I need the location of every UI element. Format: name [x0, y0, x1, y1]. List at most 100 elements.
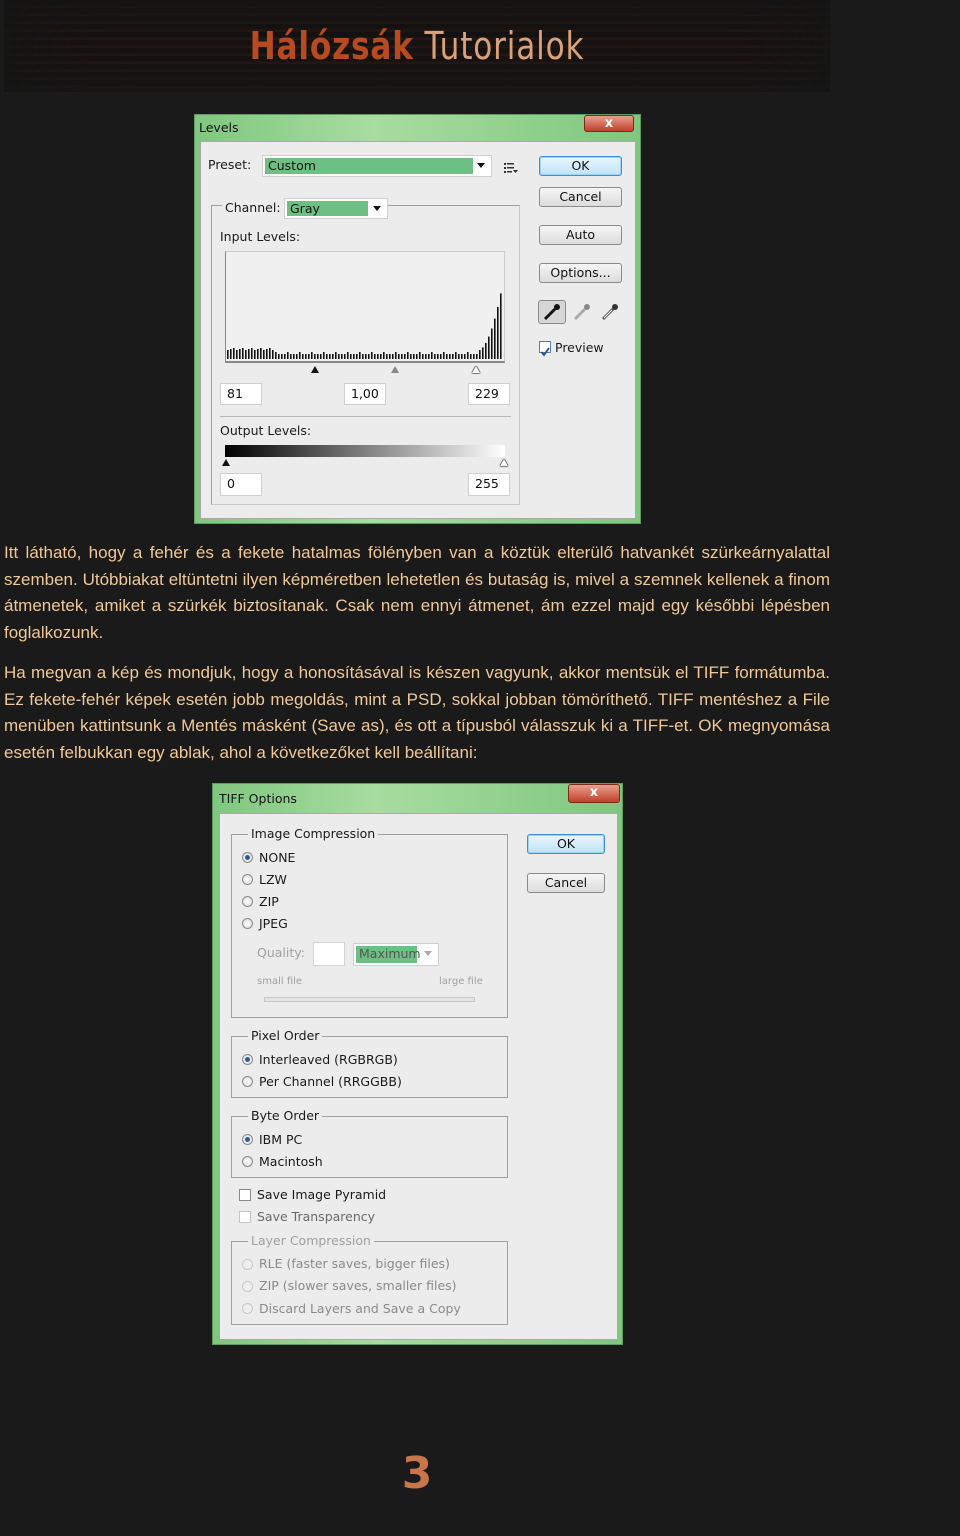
- histogram-bar: [242, 348, 244, 359]
- gray-eyedropper-icon: [573, 304, 590, 321]
- ok-button[interactable]: OK: [527, 834, 605, 854]
- histogram-bar: [500, 293, 502, 359]
- interleaved-radio[interactable]: [242, 1054, 253, 1065]
- histogram-bar: [329, 354, 331, 359]
- output-levels-label: Output Levels:: [220, 423, 312, 438]
- histogram-bar: [326, 354, 328, 359]
- histogram-bar: [362, 354, 364, 359]
- histogram-bar: [272, 350, 274, 359]
- output-white-slider-handle[interactable]: [500, 459, 508, 466]
- save-image-pyramid-checkbox[interactable]: [239, 1189, 251, 1201]
- histogram-bar: [413, 354, 415, 359]
- save-transparency-label: Save Transparency: [257, 1209, 376, 1224]
- histogram-bar: [356, 354, 358, 359]
- checkmark-icon: [540, 347, 550, 357]
- histogram-bar: [299, 352, 301, 359]
- histogram-bar: [236, 350, 238, 359]
- histogram-bar: [290, 354, 292, 359]
- histogram-bars: [227, 293, 502, 359]
- histogram-bar: [431, 352, 433, 359]
- histogram-bar: [458, 354, 460, 359]
- gamma-slider-handle[interactable]: [391, 366, 399, 373]
- histogram-bar: [386, 354, 388, 359]
- save-image-pyramid-label: Save Image Pyramid: [257, 1187, 387, 1202]
- save-transparency-checkbox[interactable]: [239, 1211, 251, 1223]
- preset-menu-icon[interactable]: [504, 159, 518, 173]
- output-black-slider-handle[interactable]: [222, 459, 230, 466]
- black-eyedropper-button[interactable]: [538, 300, 566, 324]
- histogram-bar: [476, 354, 478, 359]
- interleaved-label: Interleaved (RGBRGB): [259, 1052, 398, 1067]
- close-button[interactable]: x: [568, 784, 620, 803]
- histogram-bar: [455, 352, 457, 359]
- cancel-button[interactable]: Cancel: [539, 187, 622, 207]
- discard-layers-radio[interactable]: [242, 1303, 253, 1314]
- histogram-bar: [248, 349, 250, 359]
- histogram-bar: [383, 352, 385, 359]
- per-channel-radio[interactable]: [242, 1076, 253, 1087]
- histogram-bar: [260, 348, 262, 359]
- discard-layers-label: Discard Layers and Save a Copy: [259, 1301, 461, 1316]
- cancel-button[interactable]: Cancel: [527, 873, 605, 893]
- input-gamma-field[interactable]: 1,00: [344, 383, 386, 405]
- channel-select[interactable]: Gray: [284, 198, 388, 219]
- preset-value: Custom: [265, 158, 473, 174]
- dialog-title: Levels: [199, 120, 239, 135]
- gray-eyedropper-button[interactable]: [569, 301, 595, 323]
- histogram-bar: [278, 354, 280, 359]
- compression-none-radio[interactable]: [242, 852, 253, 863]
- histogram-bar: [482, 347, 484, 359]
- page-number: 3: [401, 1448, 433, 1499]
- histogram-bar: [491, 328, 493, 359]
- black-point-slider-handle[interactable]: [311, 366, 319, 373]
- options-button[interactable]: Options...: [539, 263, 622, 283]
- preset-label: Preset:: [208, 157, 252, 172]
- per-channel-label: Per Channel (RRGGBB): [259, 1074, 402, 1089]
- quality-slider[interactable]: [264, 997, 475, 1002]
- ok-button[interactable]: OK: [539, 156, 622, 176]
- chevron-down-icon: [477, 163, 485, 168]
- white-point-slider-handle[interactable]: [472, 366, 480, 373]
- input-white-field[interactable]: 229: [468, 383, 510, 405]
- histogram-bar: [428, 354, 430, 359]
- histogram-bar: [380, 354, 382, 359]
- preview-checkbox[interactable]: [539, 341, 551, 357]
- histogram-bar: [239, 349, 241, 359]
- dialog-title: TIFF Options: [219, 791, 297, 806]
- close-icon: x: [604, 116, 614, 131]
- compression-zip-radio[interactable]: [242, 896, 253, 907]
- compression-jpeg-radio[interactable]: [242, 918, 253, 929]
- histogram-bar: [353, 354, 355, 359]
- quality-field[interactable]: [313, 942, 345, 966]
- histogram-bar: [335, 352, 337, 359]
- output-white-field[interactable]: 255: [468, 473, 510, 496]
- auto-button[interactable]: Auto: [539, 225, 622, 245]
- preset-select[interactable]: Custom: [262, 155, 492, 177]
- white-eyedropper-button[interactable]: [597, 301, 623, 323]
- histogram-bar: [347, 352, 349, 359]
- histogram-bar: [374, 354, 376, 359]
- byte-order-label: Byte Order: [248, 1108, 323, 1123]
- histogram-bar: [419, 352, 421, 359]
- histogram-bar: [302, 354, 304, 359]
- macintosh-radio[interactable]: [242, 1156, 253, 1167]
- histogram-bar: [368, 354, 370, 359]
- close-button[interactable]: x: [584, 115, 634, 132]
- paragraph-1: Itt látható, hogy a fehér és a fekete ha…: [4, 543, 830, 642]
- channel-label: Channel:: [222, 200, 284, 215]
- ibm-pc-radio[interactable]: [242, 1134, 253, 1145]
- histogram-bar: [452, 354, 454, 359]
- histogram-bar: [395, 352, 397, 359]
- histogram-bar: [251, 348, 253, 359]
- histogram-bar: [488, 336, 490, 359]
- quality-preset-select[interactable]: Maximum: [353, 943, 439, 966]
- rle-radio[interactable]: [242, 1259, 253, 1270]
- site-title-part1: Hálózsák: [249, 24, 414, 68]
- quality-preset-value: Maximum: [356, 946, 421, 963]
- layer-zip-radio[interactable]: [242, 1281, 253, 1292]
- input-black-field[interactable]: 81: [220, 383, 262, 405]
- histogram-bar: [467, 352, 469, 359]
- output-black-field[interactable]: 0: [220, 473, 262, 496]
- histogram-bar: [404, 354, 406, 359]
- compression-lzw-radio[interactable]: [242, 874, 253, 885]
